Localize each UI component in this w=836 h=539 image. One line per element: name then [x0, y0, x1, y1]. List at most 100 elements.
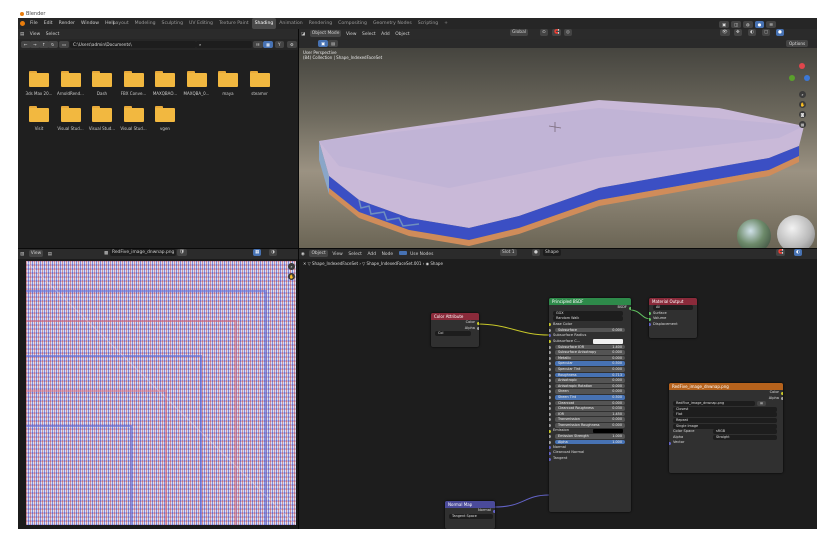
image-texture-header[interactable]: RedFive_image_dnwnap.png [669, 383, 783, 390]
editor-type-icon[interactable]: ▤ [18, 30, 26, 39]
zoom-icon[interactable]: ⌕ [799, 91, 806, 98]
folder-icon[interactable] [60, 106, 81, 122]
material-output-node[interactable]: Material Output All Surface Volume Displ… [649, 298, 697, 338]
menu-edit[interactable]: Edit [41, 18, 56, 29]
folder-label[interactable]: ArnoldRend... [56, 91, 86, 96]
path-field[interactable]: C:\Users\admin\Documents\ [70, 41, 196, 48]
folder-icon[interactable] [60, 71, 81, 87]
horizontal-divider[interactable] [18, 248, 817, 249]
image-channels-icon[interactable]: ◑ [269, 249, 277, 256]
folder-label[interactable]: Visual Stud... [87, 126, 117, 131]
image-texture-image-field[interactable]: RedFive_image_dnwnap.png [673, 401, 755, 407]
folder-icon[interactable] [155, 106, 175, 122]
vertical-divider[interactable] [298, 29, 299, 529]
image-texture-node[interactable]: RedFive_image_dnwnap.png Color Alpha Red… [669, 383, 783, 473]
transform-orientation-dropdown[interactable]: Global [510, 29, 529, 36]
fb-menu-select[interactable]: Select [44, 30, 62, 39]
image-view-menu[interactable]: View [28, 250, 44, 257]
tab-scripting[interactable]: Scripting [415, 18, 441, 29]
folder-label[interactable]: vgen [150, 126, 180, 131]
pan-hand-icon[interactable]: ✋ [799, 101, 806, 108]
search-input[interactable]: ⌕ [196, 41, 252, 48]
thumbnail-mode-icon[interactable]: ▦ [263, 41, 273, 48]
tab-modeling[interactable]: Modeling [132, 18, 159, 29]
principled-bsdf-header[interactable]: Principled BSDF [549, 298, 631, 305]
terrain-mesh[interactable] [299, 48, 817, 248]
visibility-icon[interactable]: 👁 [720, 29, 730, 36]
shader-editor-area[interactable]: ◉ Object View Select Add Node Use Nodes … [299, 249, 817, 529]
image-menu-icon[interactable]: ▤ [46, 250, 54, 259]
vp-menu-select[interactable]: Select [360, 30, 378, 39]
interpolation-dropdown[interactable]: Closest [673, 406, 777, 412]
blender-menu-icon[interactable] [20, 21, 25, 26]
vp-menu-object[interactable]: Object [393, 30, 411, 39]
pivot-icon[interactable]: ⊙ [540, 29, 548, 36]
alpha-mode-dropdown[interactable]: Straight [713, 434, 777, 440]
normal-map-header[interactable]: Normal Map [445, 501, 495, 508]
snap-icon[interactable]: 🧲 [552, 29, 562, 36]
image-display-icon[interactable]: ▦ [253, 249, 262, 256]
tab-animation[interactable]: Animation [276, 18, 305, 29]
filter-icon[interactable]: Y [275, 41, 284, 48]
folder-label[interactable]: FBX Conve... [119, 91, 149, 96]
principled-bsdf-node[interactable]: Principled BSDF BSDF GGX Random Walk Bas… [549, 298, 631, 512]
normal-map-node[interactable]: Normal Map Normal Tangent Space [445, 501, 495, 529]
folder-icon[interactable] [218, 71, 238, 87]
new-folder-icon[interactable]: ▭ [59, 41, 69, 48]
settings-gear-icon[interactable]: ⚙ [287, 41, 297, 48]
projection-dropdown[interactable]: Flat [673, 412, 777, 418]
gizmo-z-icon[interactable] [804, 75, 810, 81]
viewport-area[interactable]: ◪ Object Mode View Select Add Object Glo… [299, 29, 817, 248]
normal-map-space-dropdown[interactable]: Tangent Space [449, 513, 493, 519]
color-attribute-field[interactable]: Col [435, 331, 471, 337]
proportional-edit-icon[interactable]: ◎ [564, 29, 572, 36]
scene-icon[interactable]: ▣ [719, 21, 729, 28]
image-name-field[interactable]: RedFive_image_dnwnap.png [110, 249, 177, 256]
camera-icon[interactable]: ◙ [799, 111, 806, 118]
image-fake-user-icon[interactable]: 🛡 [177, 249, 187, 256]
image-zoom-icon[interactable]: ⌕ [288, 263, 295, 270]
folder-icon[interactable] [155, 71, 175, 87]
image-browse-icon[interactable]: ▩ [102, 249, 110, 259]
display-mode-icon[interactable]: ☷ [253, 41, 263, 48]
workspace-icon[interactable]: ● [754, 21, 765, 28]
folder-icon[interactable] [29, 106, 49, 122]
folder-icon[interactable] [92, 106, 112, 122]
menu-window[interactable]: Window [78, 18, 102, 29]
image-editor-area[interactable]: ▧ View ▤ ▩ RedFive_image_dnwnap.png 🛡 ▦ … [18, 249, 298, 529]
material-output-displacement[interactable]: Displacement [649, 322, 697, 328]
tab-sculpting[interactable]: Sculpting [159, 18, 186, 29]
folder-label[interactable]: Visual Stud... [119, 126, 149, 131]
bsdf-input-tangent[interactable]: Tangent [549, 456, 631, 462]
vp-menu-view[interactable]: View [344, 30, 358, 39]
vp-menu-add[interactable]: Add [379, 30, 392, 39]
color-attribute-node-header[interactable]: Color Attribute [431, 313, 479, 320]
object-mode-dropdown[interactable]: Object Mode [309, 30, 342, 37]
tab-uv-editing[interactable]: UV Editing [186, 18, 216, 29]
image-texture-vector-input[interactable]: Vector [669, 440, 783, 446]
select-box-icon[interactable]: ▣ [318, 40, 328, 47]
folder-label[interactable]: Visit [24, 126, 54, 131]
tab--[interactable]: + [441, 18, 451, 29]
tab-shading[interactable]: Shading [251, 18, 277, 29]
image-pan-icon[interactable]: ✋ [288, 273, 295, 280]
view-layer-icon[interactable]: ◫ [730, 21, 741, 28]
folder-label[interactable]: Dash [87, 91, 117, 96]
material-output-header[interactable]: Material Output [649, 298, 697, 305]
extension-dropdown[interactable]: Repeat [673, 417, 777, 423]
folder-icon[interactable] [123, 106, 144, 122]
folder-label[interactable]: MAXQBA_0... [182, 91, 212, 96]
folder-label[interactable]: steamvr [245, 91, 275, 96]
material-output-target-dropdown[interactable]: All [653, 305, 693, 310]
source-dropdown[interactable]: Single Image [673, 423, 777, 429]
folder-icon[interactable] [123, 71, 144, 87]
tab-layout[interactable]: Layout [110, 18, 132, 29]
tab-compositing[interactable]: Compositing [335, 18, 370, 29]
folder-label[interactable]: MAXQBAO... [150, 91, 180, 96]
tab-geometry-nodes[interactable]: Geometry Nodes [370, 18, 415, 29]
tab-rendering[interactable]: Rendering [306, 18, 335, 29]
folder-label[interactable]: 3ds Max 20... [24, 91, 54, 96]
user-icon[interactable]: ☰ [766, 21, 777, 28]
color-space-dropdown[interactable]: sRGB [713, 429, 777, 435]
menu-file[interactable]: File [27, 18, 41, 29]
